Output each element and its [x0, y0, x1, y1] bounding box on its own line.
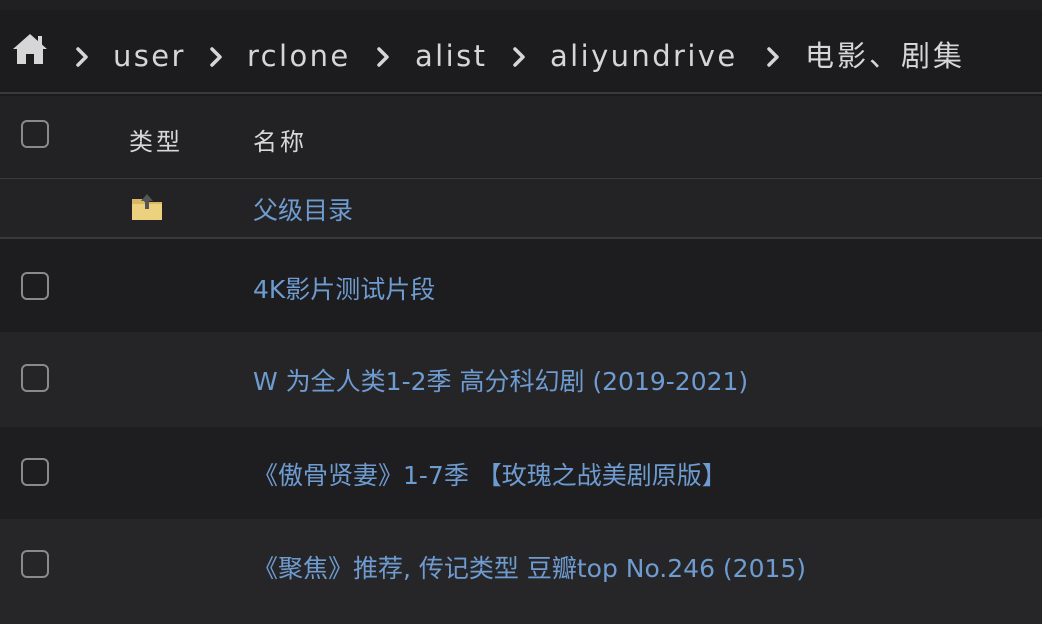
chevron-right-icon — [75, 46, 89, 68]
table-row: W 为全人类1-2季 高分科幻剧 (2019-2021) — [0, 332, 1042, 427]
breadcrumb-item-aliyundrive[interactable]: aliyundrive — [550, 34, 738, 78]
table-row: 《傲骨贤妻》1-7季 【玫瑰之战美剧原版】 — [0, 427, 1042, 519]
breadcrumb: user rclone alist aliyundrive 电影、剧集 — [0, 10, 1042, 94]
breadcrumb-item-current[interactable]: 电影、剧集 — [805, 34, 965, 78]
row-checkbox[interactable] — [21, 364, 49, 392]
table-row: 4K影片测试片段 — [0, 239, 1042, 332]
table-row: 《聚焦》推荐, 传记类型 豆瓣top No.246 (2015) — [0, 519, 1042, 624]
file-name-link[interactable]: 《聚焦》推荐, 传记类型 豆瓣top No.246 (2015) — [253, 549, 806, 585]
select-all-checkbox[interactable] — [21, 120, 49, 148]
breadcrumb-item-alist[interactable]: alist — [415, 34, 487, 78]
folder-up-icon — [130, 191, 164, 223]
breadcrumb-item-user[interactable]: user — [113, 34, 186, 78]
chevron-right-icon — [766, 46, 780, 68]
row-checkbox[interactable] — [21, 272, 49, 300]
chevron-right-icon — [512, 46, 526, 68]
column-header-name[interactable]: 名称 — [253, 122, 307, 157]
row-checkbox[interactable] — [21, 458, 49, 486]
breadcrumb-item-rclone[interactable]: rclone — [247, 34, 351, 78]
row-checkbox[interactable] — [21, 550, 49, 578]
file-name-link[interactable]: 《傲骨贤妻》1-7季 【玫瑰之战美剧原版】 — [253, 456, 727, 492]
chevron-right-icon — [376, 46, 390, 68]
table-header-row: 类型 名称 — [0, 96, 1042, 179]
top-strip — [0, 0, 1042, 10]
chevron-right-icon — [209, 46, 223, 68]
file-name-link[interactable]: 4K影片测试片段 — [253, 270, 435, 306]
column-header-type[interactable]: 类型 — [129, 122, 183, 157]
home-icon[interactable] — [11, 32, 49, 66]
parent-directory-row[interactable]: 父级目录 — [0, 179, 1042, 239]
parent-directory-link[interactable]: 父级目录 — [253, 191, 353, 227]
file-name-link[interactable]: W 为全人类1-2季 高分科幻剧 (2019-2021) — [253, 362, 748, 398]
